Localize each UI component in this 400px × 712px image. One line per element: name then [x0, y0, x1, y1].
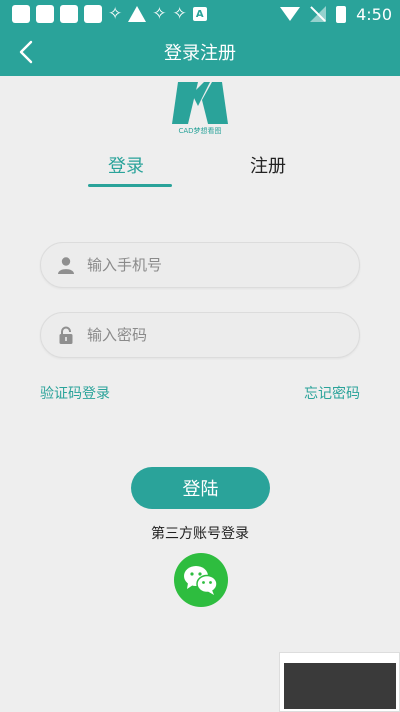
page-title: 登录注册: [164, 43, 236, 64]
tab-register[interactable]: 注册: [250, 152, 286, 178]
app-a-icon: A: [192, 7, 207, 21]
battery-icon: [336, 5, 347, 23]
system-icons: 4:50: [280, 5, 392, 24]
notification-square-icon: [36, 5, 54, 23]
password-field[interactable]: [40, 312, 360, 358]
forgot-password-link[interactable]: 忘记密码: [304, 383, 360, 403]
sms-login-link[interactable]: 验证码登录: [40, 383, 110, 403]
status-bar: ✧ ✧ ✧ A 4:50: [0, 0, 400, 28]
app-notification-icon: ✧: [172, 4, 187, 24]
app-notification-icon: ✧: [108, 4, 123, 24]
lock-icon: [59, 326, 73, 344]
wifi-icon: [280, 7, 301, 21]
active-tab-indicator: [88, 184, 172, 187]
thumbnail-image: [284, 663, 396, 709]
login-screen: ✧ ✧ ✧ A 4:50 登录注册 CAD梦想看图 登录 注册 输入手机号 验证…: [0, 0, 400, 712]
password-input[interactable]: [87, 326, 327, 344]
notification-square-icon: [84, 5, 102, 23]
phone-input[interactable]: [87, 256, 327, 274]
user-icon: [58, 257, 74, 274]
tab-login[interactable]: 登录: [108, 152, 144, 178]
no-signal-icon: [310, 6, 327, 22]
third-party-login-label: 第三方账号登录: [151, 526, 249, 542]
phone-field[interactable]: [40, 242, 360, 288]
notification-icons: ✧ ✧ ✧ A: [12, 5, 207, 23]
app-logo: CAD梦想看图: [170, 80, 230, 136]
login-button[interactable]: 登陆: [131, 467, 270, 509]
app-notification-icon: ✧: [152, 4, 167, 24]
warning-icon: [128, 6, 147, 22]
app-header: 登录注册: [0, 28, 400, 76]
logo-text: CAD梦想看图: [178, 127, 222, 135]
floating-thumbnail[interactable]: [279, 652, 400, 712]
logo-mark-icon: [172, 82, 228, 124]
wechat-icon: [184, 566, 218, 595]
status-time: 4:50: [356, 4, 392, 24]
wechat-login-button[interactable]: [174, 553, 228, 607]
notification-square-icon: [12, 5, 30, 23]
back-arrow-icon[interactable]: [16, 40, 40, 64]
notification-square-icon: [60, 5, 78, 23]
